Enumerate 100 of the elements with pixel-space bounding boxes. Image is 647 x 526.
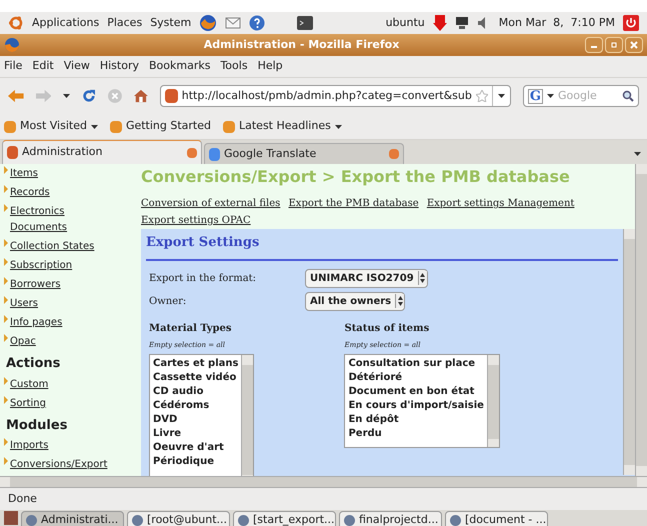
list-option[interactable]: Cédéroms (153, 399, 238, 413)
google-icon[interactable]: G (528, 88, 543, 104)
list-option[interactable]: En cours d'import/saisie (348, 399, 484, 413)
sidebar-link[interactable]: Conversions/Export (10, 457, 108, 473)
sidebar-link[interactable]: Opac (10, 334, 36, 350)
envelope-icon[interactable] (225, 16, 242, 30)
panel-menu[interactable]: System (150, 14, 192, 32)
help-icon[interactable] (249, 15, 266, 31)
list-option[interactable]: Oeuvre d'art (153, 441, 238, 455)
list-option[interactable]: Livre (153, 427, 238, 441)
power-icon[interactable] (623, 15, 639, 31)
sidebar-link[interactable]: Subscription (10, 258, 72, 274)
browser-tab[interactable]: Administration (2, 140, 202, 164)
tab-close-icon[interactable] (187, 148, 197, 158)
nav-link[interactable]: Conversion of external files (141, 198, 280, 209)
panel-menu[interactable]: Places (107, 14, 142, 32)
app-icon (238, 515, 249, 526)
list-option[interactable]: Détérioré (348, 371, 484, 385)
browser-tab[interactable]: Google Translate (204, 143, 404, 164)
dropdown[interactable]: UNIMARC ISO2709 (305, 268, 428, 288)
taskbar-button[interactable]: [start_export... (233, 511, 336, 526)
minimize-icon[interactable] (585, 37, 603, 53)
back-arrow-icon[interactable] (8, 89, 24, 103)
alert-icon[interactable] (432, 15, 447, 31)
bullet-icon (4, 296, 8, 304)
list-option[interactable]: Cartes et plans (153, 357, 238, 371)
app-icon (132, 515, 143, 526)
list-option[interactable]: En dépôt (348, 413, 484, 427)
field-label: Export in the format: (149, 272, 258, 286)
tab-close-icon[interactable] (389, 149, 399, 159)
sidebar-link[interactable]: Info pages (10, 315, 62, 331)
bookmark-icon (110, 120, 122, 132)
list-option[interactable]: DVD (153, 413, 238, 427)
panel-menu[interactable]: Applications (32, 14, 100, 32)
dropdown[interactable]: All the owners (305, 292, 406, 310)
list-option[interactable]: Perdu (348, 427, 484, 441)
firefox-icon[interactable] (4, 37, 20, 53)
clock[interactable]: Mon Mar 8, 7:10 PM (498, 14, 615, 32)
spinner-icon[interactable] (395, 294, 404, 308)
scrollbar[interactable] (241, 355, 254, 476)
menu-item[interactable]: History (100, 58, 139, 75)
menu-item[interactable]: Edit (32, 58, 54, 75)
taskbar-button[interactable]: finalprojectd... (339, 511, 442, 526)
scrollbar[interactable] (486, 355, 499, 447)
bookmark[interactable]: Getting Started (110, 118, 211, 135)
close-icon[interactable] (625, 37, 643, 53)
list-option[interactable]: CD audio (153, 385, 238, 399)
field-label: Owner: (149, 294, 188, 308)
nav-link[interactable]: Export settings Management (426, 198, 574, 209)
address-field[interactable]: http://localhost/pmb/admin.php?categ=convert&sub (160, 85, 511, 107)
menu-item[interactable]: File (4, 58, 22, 75)
stop-icon[interactable] (108, 88, 122, 104)
ubuntu-logo-icon[interactable] (8, 15, 24, 31)
sidebar-link[interactable]: Sorting (10, 396, 46, 412)
sidebar-link[interactable]: Items (10, 166, 38, 182)
sidebar-link[interactable]: Imports (10, 438, 48, 454)
scrollbar[interactable] (635, 164, 647, 476)
search-icon[interactable] (622, 90, 634, 102)
app-icon (26, 515, 37, 526)
list-option[interactable]: Document en bon état (348, 385, 484, 399)
sidebar-link[interactable]: Collection States (10, 239, 94, 255)
bookmark[interactable]: Most Visited (4, 118, 98, 135)
nav-link[interactable]: Export the PMB database (288, 198, 419, 209)
sidebar-link[interactable]: Electronics Documents (10, 204, 122, 236)
taskbar-button[interactable]: [root@ubunt... (127, 511, 230, 526)
list-option[interactable]: Cassette vidéo (153, 371, 238, 385)
menu-item[interactable]: Help (258, 58, 283, 75)
multi-select-list[interactable]: Cartes et plans Cassette vidéo CD audio Cédéroms DVD Livre Oeuvre d'art Périodique (149, 354, 254, 476)
sidebar-link[interactable]: Users (10, 296, 38, 312)
sidebar-link[interactable]: Custom (10, 376, 48, 392)
spinner-icon[interactable] (418, 271, 427, 285)
list-option[interactable]: Consultation sur place (348, 357, 484, 371)
taskbar-button[interactable]: Administrati... (21, 511, 124, 526)
nav-link[interactable]: Export settings OPAC (141, 215, 251, 226)
menu-item[interactable]: View (64, 58, 90, 75)
caret-icon (546, 94, 554, 98)
globe-icon[interactable] (199, 14, 218, 32)
list-option[interactable]: Périodique (153, 455, 238, 469)
window-title: Administration - Mozilla Firefox (202, 36, 400, 53)
bookmark[interactable]: Latest Headlines (223, 118, 342, 135)
site-icon (164, 89, 178, 103)
forward-arrow-icon[interactable] (36, 89, 52, 103)
terminal-icon[interactable] (297, 16, 314, 30)
home-icon[interactable] (134, 88, 148, 104)
sidebar-link[interactable]: Records (10, 185, 50, 201)
multi-select-list[interactable]: Consultation sur place Détérioré Document en bon état En cours d'import/saisie En dépôt Perdu (344, 354, 500, 448)
search-field[interactable]: G Google (522, 85, 639, 107)
menu-item[interactable]: Tools (220, 58, 248, 75)
app-icon (450, 515, 461, 526)
scrollbar[interactable] (623, 229, 635, 475)
maximize-icon[interactable] (605, 37, 623, 53)
star-icon[interactable] (476, 90, 488, 102)
taskbar-button[interactable]: [document - ... (445, 511, 548, 526)
reload-icon[interactable] (82, 88, 96, 104)
menu-item[interactable]: Bookmarks (148, 58, 210, 75)
network-icon[interactable] (454, 16, 469, 30)
user-name[interactable]: ubuntu (386, 14, 425, 32)
sidebar-link[interactable]: Borrowers (10, 277, 61, 293)
caret-icon (634, 152, 641, 156)
horizontal-scrollbar[interactable] (0, 476, 647, 488)
